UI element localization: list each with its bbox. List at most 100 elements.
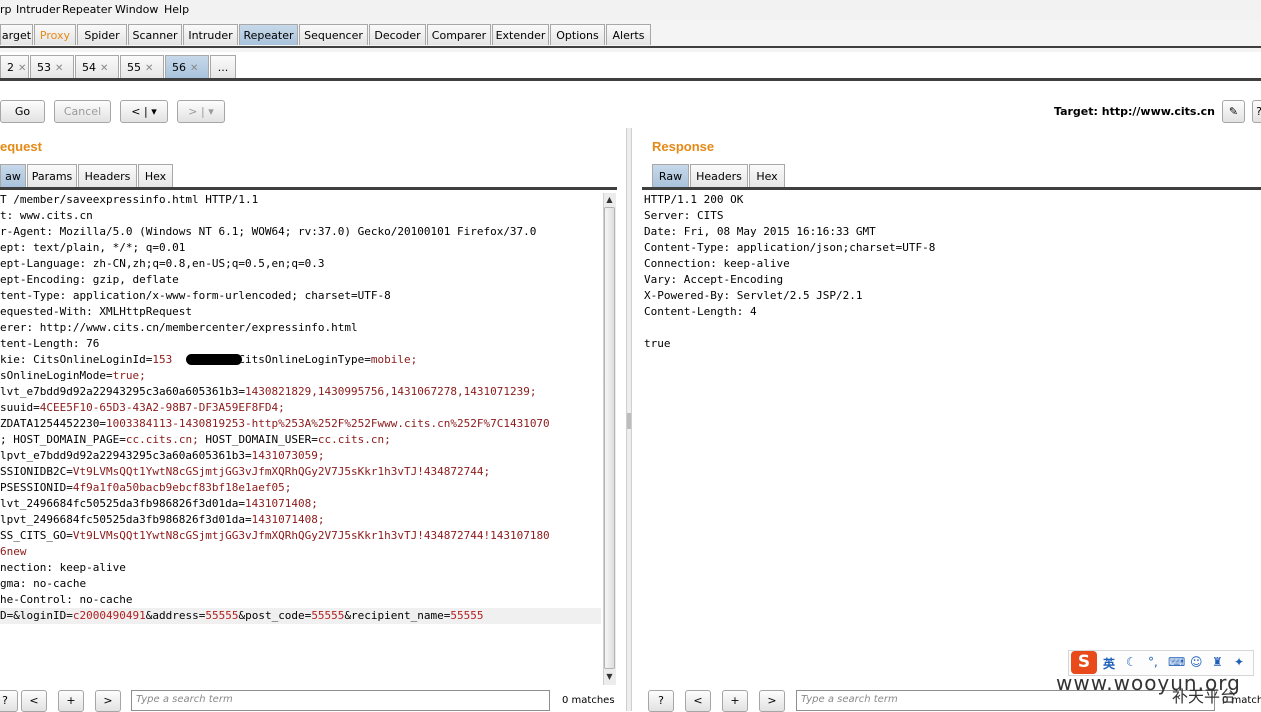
header-key: gma: no-cache [0, 577, 87, 590]
header-key: sOnlineLoginMode= [0, 369, 113, 382]
header-key: suuid= [0, 401, 40, 414]
request-match-count: 0 matches [562, 695, 615, 706]
search-add-button[interactable]: + [58, 690, 84, 712]
request-search-input[interactable]: Type a search term [131, 690, 550, 711]
request-line: suuid=4CEE5F10-65D3-43A2-98B7-DF3A59EF8F… [0, 400, 601, 416]
menu-window[interactable]: Window [115, 3, 158, 16]
request-line: T /member/saveexpressinfo.html HTTP/1.1 [0, 192, 601, 208]
request-line: SS_CITS_GO=Vt9LVMsQQt1YwtN8cGSjmtjGG3vJf… [0, 528, 601, 544]
request-line: ZDATA1254452230=1003384113-1430819253-ht… [0, 416, 601, 432]
request-line: gma: no-cache [0, 576, 601, 592]
response-line: HTTP/1.1 200 OK [644, 193, 744, 206]
forward-button[interactable]: > | ▾ [177, 100, 225, 123]
tab-target[interactable]: arget [0, 24, 33, 45]
comma-icon[interactable]: °, [1148, 655, 1158, 669]
tab-extender[interactable]: Extender [492, 24, 549, 45]
request-tab-headers[interactable]: Headers [78, 164, 137, 187]
menu-bar: rp Intruder Repeater Window Help [0, 0, 1261, 21]
repeater-tab-label: 2 [7, 61, 14, 74]
tab-comparer[interactable]: Comparer [427, 24, 491, 45]
close-icon[interactable]: ✕ [18, 63, 26, 74]
search-prev-button[interactable]: < [685, 690, 711, 712]
close-icon[interactable]: ✕ [190, 63, 198, 74]
search-prev-button[interactable]: < [21, 690, 47, 712]
request-line: ept-Language: zh-CN,zh;q=0.8,en-US;q=0.5… [0, 256, 601, 272]
response-tab-underline [642, 187, 1261, 190]
request-line: t: www.cits.cn [0, 208, 601, 224]
menu-burp[interactable]: rp [0, 3, 12, 16]
help-button[interactable]: ? [1252, 100, 1261, 123]
chevron-down-icon: ▾ [151, 105, 157, 118]
ime-lang-toggle[interactable]: 英 [1103, 655, 1115, 672]
search-next-button[interactable]: > [95, 690, 121, 712]
response-tab-hex[interactable]: Hex [749, 164, 785, 187]
tab-decoder[interactable]: Decoder [369, 24, 426, 45]
tab-proxy[interactable]: Proxy [34, 24, 76, 45]
header-key: ; HOST_DOMAIN_PAGE= [0, 433, 126, 446]
request-tab-raw[interactable]: aw [0, 164, 26, 187]
watermark-sub: 补天平台 [1172, 687, 1237, 706]
header-value: 1430821829,1430995756,1431067278,1431071… [245, 385, 537, 398]
header-value: Vt9LVMsQQt1YwtN8cGSjmtjGG3vJfmXQRhQGy2V7… [72, 465, 491, 478]
search-add-button[interactable]: + [722, 690, 748, 712]
param-value: c2000490491 [72, 609, 146, 622]
tab-spider[interactable]: Spider [77, 24, 127, 45]
param-key: D=&loginID= [0, 609, 73, 622]
request-tab-params[interactable]: Params [27, 164, 77, 187]
moon-icon[interactable]: ☾ [1126, 655, 1137, 669]
back-label: < [131, 105, 141, 118]
repeater-tab[interactable]: 54 ✕ [75, 55, 119, 78]
tab-alerts[interactable]: Alerts [606, 24, 651, 45]
tab-repeater[interactable]: Repeater [239, 24, 298, 45]
search-help-button[interactable]: ? [0, 690, 18, 712]
target-label: Target: http://www.cits.cn [1054, 105, 1215, 118]
request-editor[interactable]: T /member/saveexpressinfo.html HTTP/1.1 t… [0, 192, 601, 662]
pencil-icon: ✎ [1228, 105, 1239, 118]
request-tab-hex[interactable]: Hex [138, 164, 173, 187]
repeater-tab[interactable]: 55 ✕ [120, 55, 164, 78]
response-tab-raw[interactable]: Raw [652, 164, 689, 187]
search-next-button[interactable]: > [759, 690, 785, 712]
tab-intruder[interactable]: Intruder [183, 24, 238, 45]
request-line: he-Control: no-cache [0, 592, 601, 608]
scroll-down-icon[interactable]: ▼ [603, 670, 616, 684]
request-line: ; HOST_DOMAIN_PAGE=cc.cits.cn; HOST_DOMA… [0, 432, 601, 448]
header-key: SS_CITS_GO= [0, 529, 73, 542]
menu-help[interactable]: Help [164, 3, 189, 16]
tab-scanner[interactable]: Scanner [128, 24, 182, 45]
back-button[interactable]: < | ▾ [120, 100, 168, 123]
repeater-tab[interactable]: 53 ✕ [30, 55, 74, 78]
chevron-down-icon: ▾ [208, 105, 214, 118]
keyboard-icon[interactable]: ⌨ [1168, 655, 1185, 669]
header-key: t: www.cits.cn [0, 209, 93, 222]
close-icon[interactable]: ✕ [100, 63, 108, 74]
go-button[interactable]: Go [0, 100, 45, 123]
response-tab-headers[interactable]: Headers [690, 164, 748, 187]
request-line: 6new [0, 544, 601, 560]
request-body-line[interactable]: D=&loginID=c2000490491&address=55555&pos… [0, 608, 601, 624]
repeater-tab-active[interactable]: 56 ✕ [165, 55, 209, 78]
repeater-tab-underline [0, 78, 1261, 81]
close-icon[interactable]: ✕ [55, 63, 63, 74]
user-icon[interactable]: ☺ [1190, 655, 1203, 669]
tab-sequencer[interactable]: Sequencer [299, 24, 368, 45]
cancel-button[interactable]: Cancel [54, 100, 111, 123]
wrench-icon[interactable]: ✦ [1234, 655, 1244, 669]
menu-repeater[interactable]: Repeater [62, 3, 112, 16]
close-icon[interactable]: ✕ [145, 63, 153, 74]
divider-grip[interactable] [627, 413, 631, 429]
repeater-tab[interactable]: 2 ✕ [0, 55, 29, 78]
scroll-thumb[interactable] [604, 207, 615, 669]
tab-options[interactable]: Options [550, 24, 605, 45]
scroll-up-icon[interactable]: ▲ [603, 193, 616, 207]
header-key: ept: text/plain, */*; q=0.01 [0, 241, 186, 254]
edit-target-button[interactable]: ✎ [1222, 100, 1245, 123]
new-tab-button[interactable]: ... [210, 55, 236, 78]
response-line: Date: Fri, 08 May 2015 16:16:33 GMT [644, 225, 876, 238]
menu-intruder[interactable]: Intruder [16, 3, 60, 16]
search-help-button[interactable]: ? [648, 690, 674, 712]
response-viewer[interactable]: HTTP/1.1 200 OK Server: CITS Date: Fri, 08… [644, 192, 1244, 662]
shirt-icon[interactable]: ♜ [1212, 655, 1223, 669]
request-line: ept-Encoding: gzip, deflate [0, 272, 601, 288]
header-key: tent-Type: application/x-www-form-urlenc… [0, 289, 391, 302]
